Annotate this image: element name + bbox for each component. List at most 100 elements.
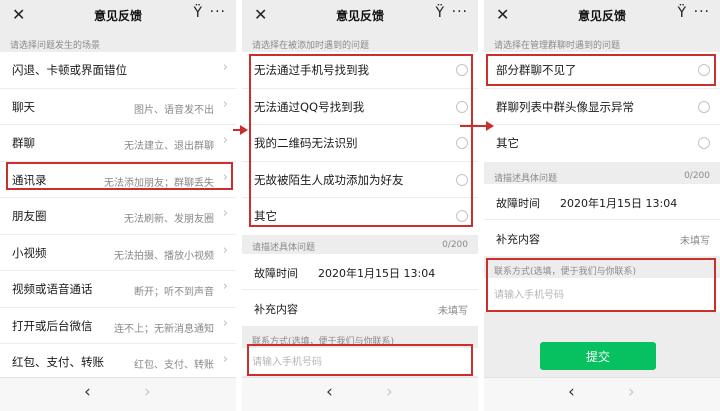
chevron-right-icon: › (222, 169, 228, 185)
list-item[interactable]: 朋友圈 无法刷新、发朋友圈 › (0, 198, 236, 235)
supplement-value: 未填写 (680, 236, 710, 247)
bottom-bar: ‹ › (242, 377, 478, 411)
forward-arrow-icon: › (386, 382, 393, 402)
option-row[interactable]: 无故被陌生人成功添加为好友 (242, 161, 478, 198)
more-dots-icon[interactable]: ··· (452, 4, 468, 20)
radio-icon[interactable] (698, 137, 710, 149)
radio-icon[interactable] (698, 100, 710, 113)
list-item-label: 聊天 (12, 99, 35, 114)
option-row[interactable]: 我的二维码无法识别 (242, 125, 478, 162)
forward-arrow-icon: › (628, 382, 635, 402)
radio-icon[interactable] (456, 100, 468, 113)
fault-time-row[interactable]: 故障时间 2020年1月15日 13:04 (242, 254, 478, 290)
bottom-bar: ‹ › (484, 377, 720, 411)
list-item-desc: 图片、语音发不出 (134, 104, 214, 116)
char-counter: 0/200 (684, 171, 710, 181)
chevron-right-icon: › (222, 133, 228, 148)
back-arrow-icon[interactable]: ‹ (84, 382, 91, 402)
radio-icon[interactable] (456, 137, 468, 149)
chevron-right-icon: › (222, 60, 228, 75)
char-counter: 0/200 (442, 240, 468, 250)
list-item-desc: 无法刷新、发朋友圈 (124, 214, 214, 225)
radio-icon[interactable] (456, 210, 468, 222)
bottom-bar: ‹ › (0, 377, 236, 411)
issue-options: 部分群聊不见了 群聊列表中群头像显示异常 其它 (484, 52, 720, 162)
arrow-right-icon (486, 121, 494, 131)
add-friend-issue-panel: ✕ 意见反馈 Ÿ ··· 请选择在被添加时遇到的问题 无法通过手机号找到我 无法… (242, 0, 478, 411)
list-item-label: 闪退、卡顿或界面错位 (12, 63, 127, 77)
more-dots-icon[interactable]: ··· (694, 4, 710, 20)
supplement-label: 补充内容 (496, 233, 540, 246)
contact-label: 联系方式(选填，便于我们与你联系) (494, 267, 637, 277)
tuning-fork-icon[interactable]: Ÿ (435, 5, 444, 21)
option-row[interactable]: 无法通过手机号找到我 (242, 52, 478, 89)
chevron-right-icon: › (222, 352, 228, 367)
option-row[interactable]: 群聊列表中群头像显示异常 (484, 88, 720, 125)
fault-time-row[interactable]: 故障时间 2020年1月15日 13:04 (484, 184, 720, 220)
supplement-row[interactable]: 补充内容 未填写 (484, 220, 720, 256)
chevron-right-icon: › (222, 242, 228, 258)
more-dots-icon[interactable]: ··· (210, 4, 226, 20)
arrow-line-2 (460, 125, 488, 127)
radio-icon[interactable] (698, 64, 710, 76)
back-arrow-icon[interactable]: ‹ (326, 382, 333, 402)
chevron-right-icon: › (222, 279, 228, 294)
back-arrow-icon[interactable]: ‹ (568, 382, 575, 402)
list-item[interactable]: 视频或语音通话 断开；听不到声音 › (0, 271, 236, 308)
option-label: 无法通过手机号找到我 (254, 63, 369, 77)
option-row[interactable]: 无法通过QQ号找到我 (242, 88, 478, 125)
option-label: 无故被陌生人成功添加为好友 (254, 172, 404, 187)
option-row[interactable]: 其它 (484, 125, 720, 162)
list-item-label: 朋友圈 (12, 209, 47, 223)
option-label: 其它 (254, 209, 277, 223)
list-item-label: 小视频 (12, 245, 47, 260)
detail-list: 故障时间 2020年1月15日 13:04 补充内容 未填写 (484, 184, 720, 256)
list-item-label: 通讯录 (12, 172, 47, 187)
list-item[interactable]: 聊天 图片、语音发不出 › (0, 88, 236, 125)
list-item[interactable]: 群聊 无法建立、退出群聊 › (0, 125, 236, 162)
scene-panel: ✕ 意见反馈 Ÿ ··· 请选择问题发生的场景 闪退、卡顿或界面错位 › 聊天 … (0, 0, 236, 411)
list-item-label: 打开或后台微信 (12, 318, 93, 333)
supplement-label: 补充内容 (254, 303, 298, 316)
navbar: ✕ 意见反馈 Ÿ ··· (484, 0, 720, 30)
forward-arrow-icon: › (144, 382, 151, 402)
list-item-desc: 断开；听不到声音 (134, 287, 214, 298)
phone-input[interactable] (494, 284, 714, 306)
fault-time-label: 故障时间 (254, 267, 298, 280)
list-item-label: 红包、支付、转账 (12, 355, 104, 369)
option-label: 部分群聊不见了 (496, 63, 577, 77)
fault-time-label: 故障时间 (496, 197, 540, 210)
navbar: ✕ 意见反馈 Ÿ ··· (242, 0, 478, 30)
option-label: 无法通过QQ号找到我 (254, 99, 365, 114)
submit-button[interactable]: 提交 (540, 342, 656, 370)
option-label: 群聊列表中群头像显示异常 (496, 99, 634, 114)
issue-options: 无法通过手机号找到我 无法通过QQ号找到我 我的二维码无法识别 无故被陌生人成功… (242, 52, 478, 235)
list-item[interactable]: 红包、支付、转账 红包、支付、转账 › (0, 344, 236, 381)
chevron-right-icon: › (222, 206, 228, 221)
contact-label: 联系方式(选填，便于我们与你联系) (252, 337, 395, 347)
radio-icon[interactable] (456, 173, 468, 186)
supplement-value: 未填写 (438, 306, 468, 317)
option-row[interactable]: 其它 (242, 198, 478, 235)
list-item[interactable]: 小视频 无法拍摄、播放小视频 › (0, 234, 236, 271)
list-item[interactable]: 打开或后台微信 连不上；无新消息通知 › (0, 307, 236, 344)
list-item[interactable]: 通讯录 无法添加朋友；群聊丢失 › (0, 161, 236, 198)
issue-hint: 请选择在管理群聊时遇到的问题 (494, 41, 621, 51)
scene-list: 闪退、卡顿或界面错位 › 聊天 图片、语音发不出 › 群聊 无法建立、退出群聊 … (0, 52, 236, 381)
radio-icon[interactable] (456, 64, 468, 76)
navbar: ✕ 意见反馈 Ÿ ··· (0, 0, 236, 30)
option-row[interactable]: 部分群聊不见了 (484, 52, 720, 89)
scene-hint: 请选择问题发生的场景 (10, 41, 101, 51)
contact-box (242, 348, 478, 376)
phone-input[interactable] (252, 351, 472, 373)
list-item-desc: 无法添加朋友；群聊丢失 (104, 177, 214, 189)
list-item-desc: 无法建立、退出群聊 (124, 141, 214, 152)
fault-time-value: 2020年1月15日 13:04 (318, 267, 436, 280)
list-item-desc: 红包、支付、转账 (134, 360, 214, 371)
tuning-fork-icon[interactable]: Ÿ (677, 5, 686, 21)
tuning-fork-icon[interactable]: Ÿ (193, 5, 202, 21)
supplement-row[interactable]: 补充内容 未填写 (242, 290, 478, 326)
list-item-label: 视频或语音通话 (12, 282, 93, 296)
list-item[interactable]: 闪退、卡顿或界面错位 › (0, 52, 236, 89)
list-item-desc: 连不上；无新消息通知 (114, 323, 214, 335)
